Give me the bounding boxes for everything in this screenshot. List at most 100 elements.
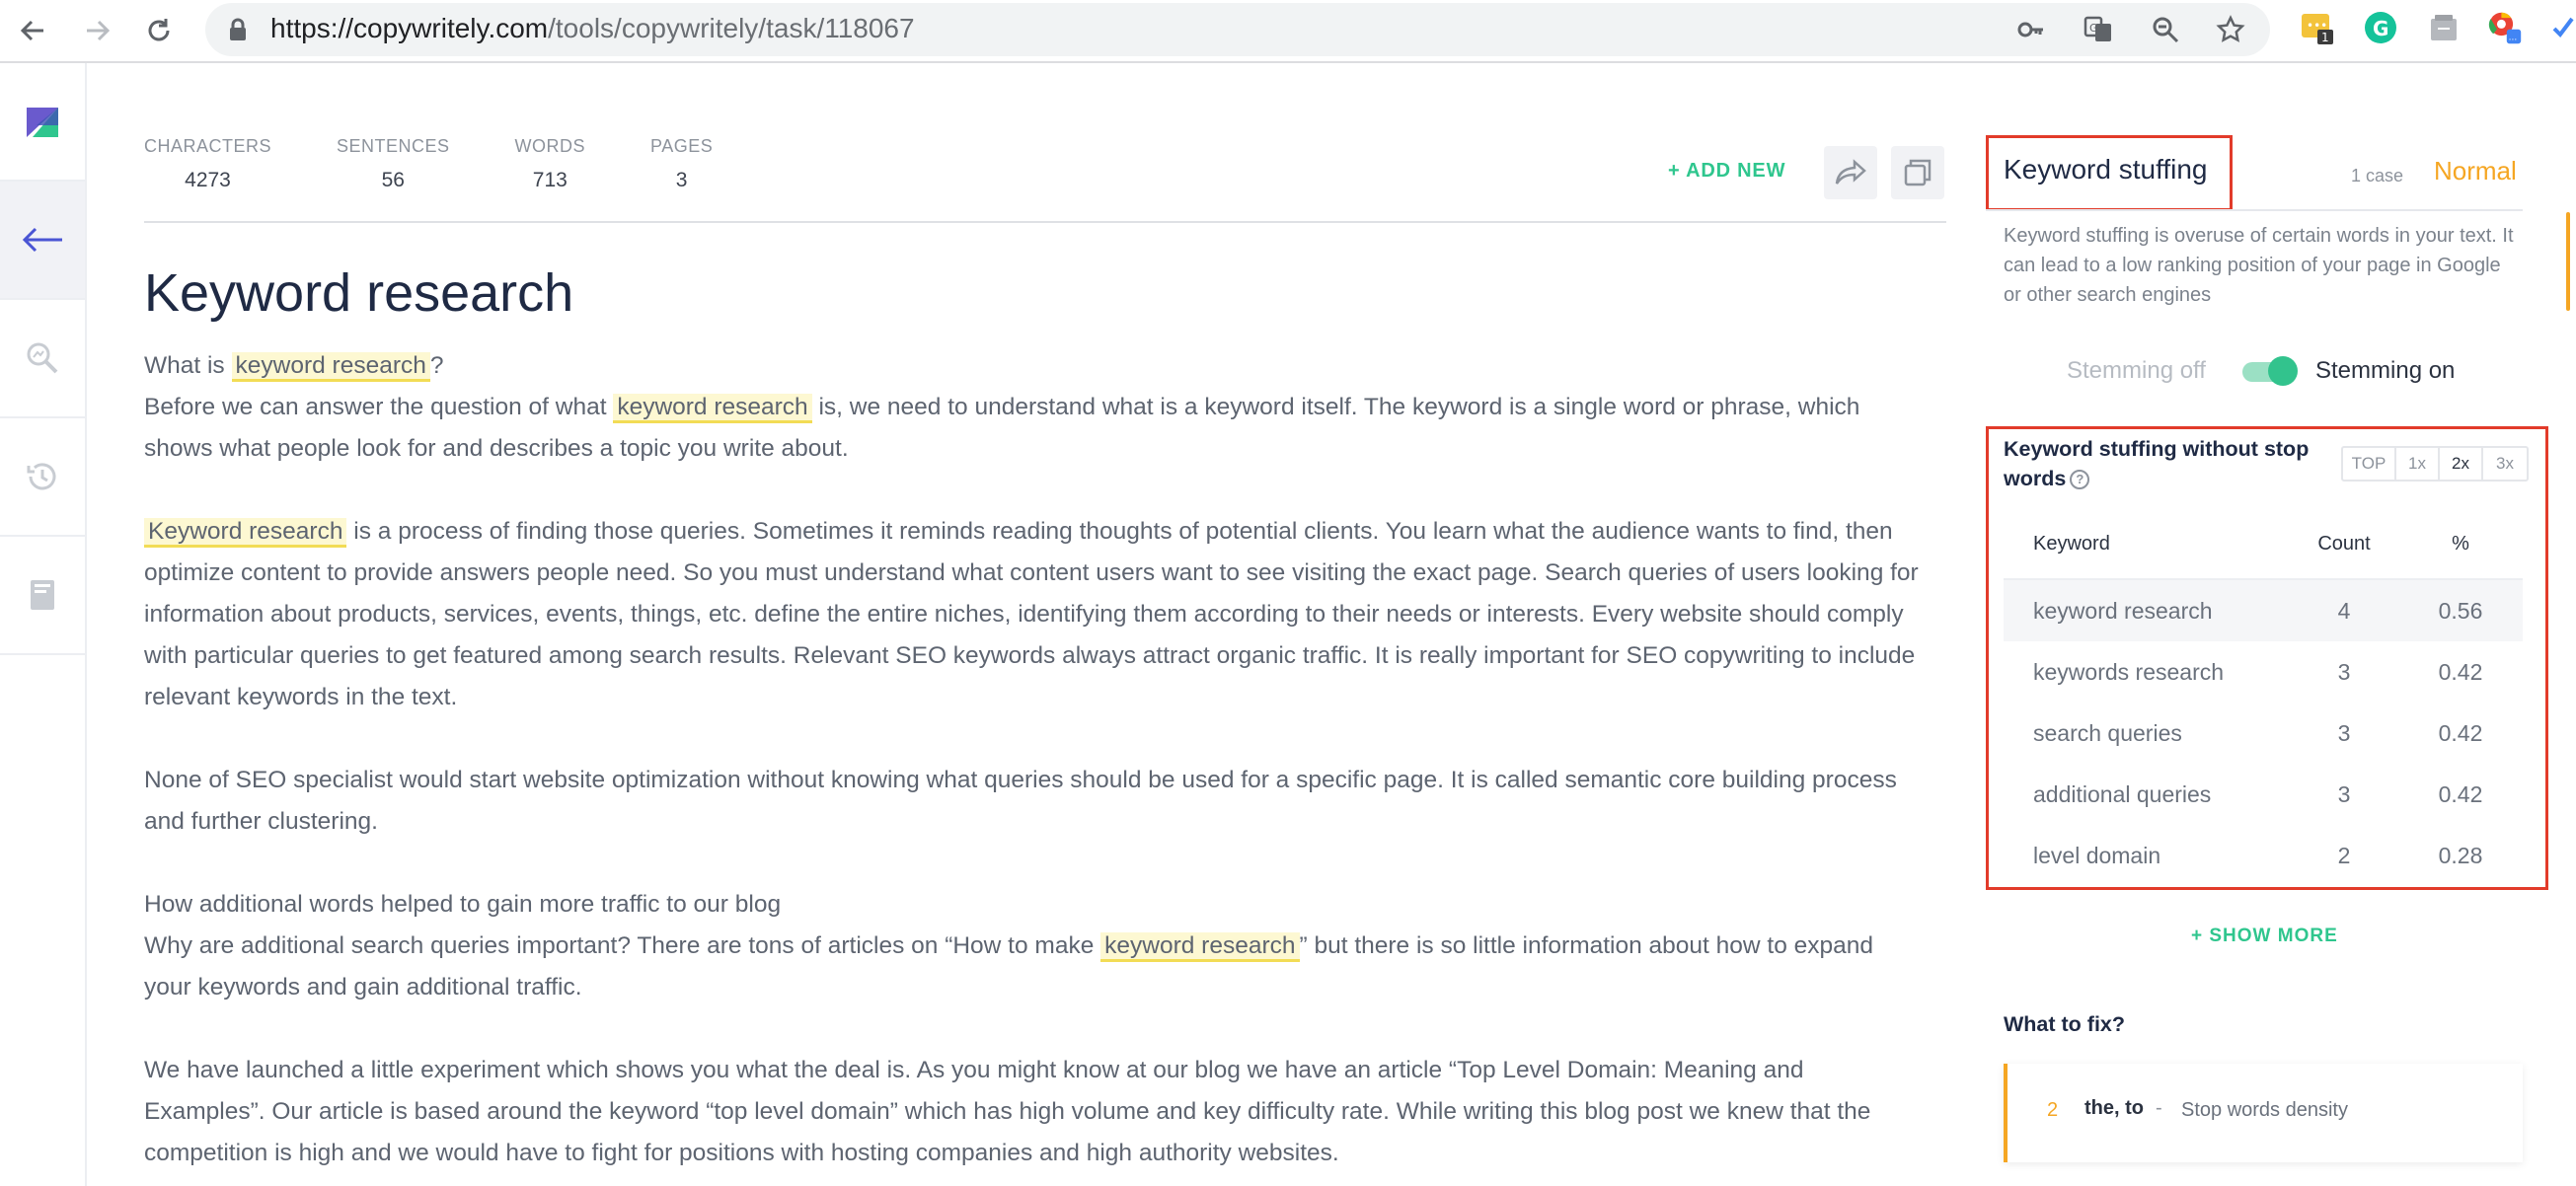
keyword-table: Keyword Count % keyword research 4 0.56 … (2004, 509, 2523, 886)
history-icon[interactable] (0, 418, 85, 537)
cell-percent: 0.42 (2438, 658, 2483, 685)
share-button[interactable] (1824, 146, 1877, 199)
share-icon (1835, 159, 1866, 185)
stat-label: PAGES (650, 136, 714, 156)
add-new-button[interactable]: + ADD NEW (1668, 160, 1785, 183)
document-title[interactable]: Keyword research (144, 262, 573, 324)
stat-value: 4273 (185, 169, 231, 191)
fix-words: the, to (2084, 1097, 2144, 1119)
stat-label: SENTENCES (337, 136, 450, 156)
lock-icon (229, 18, 247, 46)
stat-value: 713 (532, 169, 568, 191)
cell-percent: 0.56 (2438, 597, 2483, 624)
url-text: https://copywritely.com/tools/copywritel… (270, 13, 915, 43)
text-stats: CHARACTERS 4273 SENTENCES 56 WORDS 713 P… (144, 136, 778, 192)
cell-percent: 0.42 (2438, 780, 2483, 807)
chrome-profile-icon[interactable]: ... (2487, 10, 2523, 45)
book-icon[interactable] (0, 537, 85, 655)
help-icon[interactable]: ? (2070, 470, 2090, 489)
scroll-indicator[interactable] (2566, 212, 2570, 311)
panel-description: Keyword stuffing is overuse of certain w… (2004, 225, 2514, 306)
table-row[interactable]: additional queries 3 0.42 (2004, 764, 2523, 825)
fix-description: Stop words density (2181, 1099, 2348, 1121)
panel-title: Keyword stuffing (2004, 154, 2208, 185)
table-row[interactable]: keywords research 3 0.42 (2004, 641, 2523, 703)
stat-pages: PAGES 3 (650, 136, 713, 192)
table-row[interactable]: search queries 3 0.42 (2004, 703, 2523, 764)
divider (1986, 209, 2523, 211)
stat-sentences: SENTENCES 56 (337, 136, 450, 192)
paragraph: None of SEO specialist would start websi… (144, 767, 1897, 835)
cell-percent: 0.42 (2438, 719, 2483, 746)
case-count: 1 case (2351, 166, 2404, 185)
subheading: How additional words helped to gain more… (144, 891, 782, 918)
cell-count: 4 (2337, 597, 2351, 624)
cell-keyword: search queries (2033, 719, 2182, 746)
paragraph: We have launched a little experiment whi… (144, 1057, 1871, 1166)
cell-percent: 0.28 (2438, 842, 2483, 868)
copy-icon (1904, 159, 1932, 186)
browser-toolbar: https://copywritely.com/tools/copywritel… (0, 0, 2576, 63)
reload-icon[interactable] (136, 8, 182, 53)
forward-arrow-icon[interactable] (75, 8, 120, 53)
keyword-highlight: keyword research (231, 352, 430, 382)
stemming-on-label[interactable]: Stemming on (2315, 357, 2455, 385)
document-body[interactable]: What is keyword research? Before we can … (144, 345, 1921, 1186)
search-analysis-icon[interactable] (0, 300, 85, 418)
stemming-toggle[interactable] (2242, 356, 2298, 386)
zoom-icon[interactable] (2148, 12, 2183, 47)
back-arrow-icon[interactable] (10, 8, 55, 53)
star-bookmark-icon[interactable] (2213, 12, 2248, 47)
cell-count: 2 (2337, 842, 2351, 868)
fix-count: 2 (2047, 1099, 2059, 1121)
copywritely-logo[interactable] (0, 63, 85, 182)
stemming-off-label[interactable]: Stemming off (2067, 357, 2206, 385)
keyword-table-title: Keyword stuffing without stop words? (2004, 437, 2310, 490)
grammarly-icon[interactable]: G (2363, 10, 2398, 45)
stat-words: WORDS 713 (515, 136, 586, 192)
table-row[interactable]: keyword research 4 0.56 (2004, 580, 2523, 641)
cell-keyword: level domain (2033, 842, 2161, 868)
keyword-highlight: keyword research (613, 394, 812, 423)
stat-label: WORDS (514, 136, 586, 156)
tab-2x[interactable]: 2x (2440, 448, 2483, 480)
back-arrow-sidebar-icon[interactable] (0, 182, 85, 300)
what-to-fix-heading: What to fix? (2004, 1012, 2126, 1036)
cell-keyword: keywords research (2033, 658, 2225, 685)
column-count: Count (2317, 532, 2371, 555)
cell-count: 3 (2337, 780, 2351, 807)
stat-label: CHARACTERS (144, 136, 272, 156)
copy-button[interactable] (1891, 146, 1944, 199)
cell-count: 3 (2337, 658, 2351, 685)
fix-card[interactable]: 2 the, to - Stop words density (2004, 1064, 2523, 1162)
paragraph: Why are additional search queries import… (144, 932, 1874, 1001)
extension-box-icon[interactable] (2426, 10, 2462, 45)
svg-text:G: G (2089, 22, 2098, 35)
keyword-highlight: Keyword research (144, 518, 347, 548)
app-sidebar (0, 63, 87, 1186)
severity-level: Normal (2434, 156, 2517, 185)
paragraph: What is keyword research? (144, 345, 1921, 387)
svg-text:G: G (2373, 17, 2388, 40)
stat-value: 56 (381, 169, 405, 191)
cell-count: 3 (2337, 719, 2351, 746)
check-extension-icon[interactable] (2544, 10, 2576, 45)
stat-characters: CHARACTERS 4273 (144, 136, 271, 192)
divider (144, 221, 1946, 223)
show-more-button[interactable]: + SHOW MORE (2191, 926, 2338, 947)
table-row[interactable]: level domain 2 0.28 (2004, 825, 2523, 886)
translate-icon[interactable]: G (2081, 12, 2116, 47)
cell-keyword: keyword research (2033, 597, 2213, 624)
extension-notes-icon[interactable]: ••• 1 (2300, 10, 2335, 45)
address-bar[interactable]: https://copywritely.com/tools/copywritel… (205, 3, 2270, 56)
toggle-knob (2268, 356, 2298, 386)
tab-3x[interactable]: 3x (2483, 448, 2527, 480)
ngram-tabs: TOP 1x 2x 3x (2341, 446, 2529, 482)
paragraph: Before we can answer the question of wha… (144, 394, 1860, 462)
column-keyword: Keyword (2033, 532, 2110, 555)
key-icon[interactable] (2013, 12, 2049, 47)
tab-top[interactable]: TOP (2343, 448, 2396, 480)
svg-text:...: ... (2509, 34, 2518, 43)
keyword-highlight: keyword research (1100, 932, 1300, 962)
tab-1x[interactable]: 1x (2396, 448, 2440, 480)
